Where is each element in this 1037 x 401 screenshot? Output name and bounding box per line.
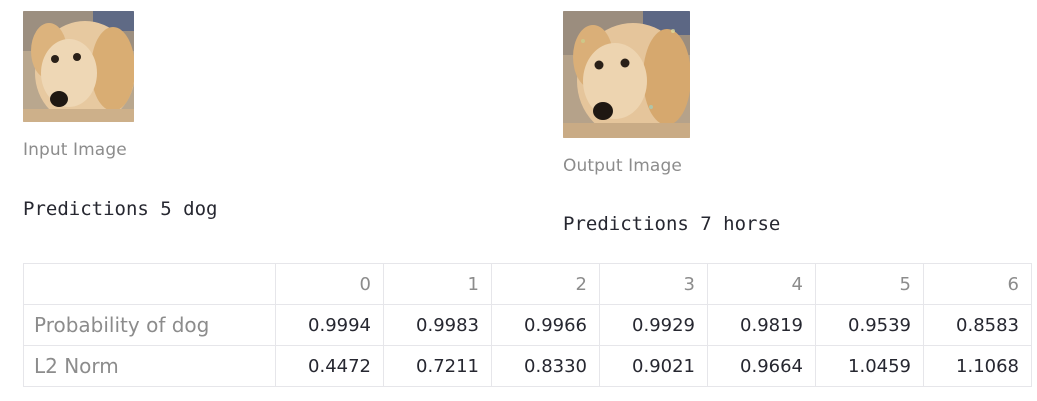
table-cell: 0.9983	[383, 304, 492, 346]
table-header-cell: 6	[923, 263, 1032, 305]
input-image	[23, 11, 134, 122]
table-header-cell: 3	[599, 263, 708, 305]
table-cell: 0.9966	[491, 304, 600, 346]
input-column: Input Image	[23, 11, 523, 160]
table-header-cell: 0	[275, 263, 384, 305]
output-image	[563, 11, 690, 138]
table-cell: 0.9929	[599, 304, 708, 346]
table-header-cell: 2	[491, 263, 600, 305]
table-cell: 0.4472	[275, 345, 384, 387]
output-column: Output Image	[563, 11, 1023, 176]
table-header-cell: 5	[815, 263, 924, 305]
row-label: L2 Norm	[23, 345, 276, 387]
table-cell: 0.7211	[383, 345, 492, 387]
table-cell: 0.9994	[275, 304, 384, 346]
table-cell: 0.9664	[707, 345, 816, 387]
table-header-cell: 1	[383, 263, 492, 305]
table-row: L2 Norm 0.4472 0.7211 0.8330 0.9021 0.96…	[23, 345, 1032, 387]
row-label: Probability of dog	[23, 304, 276, 346]
table-cell: 0.8330	[491, 345, 600, 387]
table-header-cell: 4	[707, 263, 816, 305]
input-prediction-text: Predictions 5 dog	[23, 198, 218, 220]
table-cell: 0.9539	[815, 304, 924, 346]
input-image-caption: Input Image	[23, 140, 127, 160]
table-header-corner	[23, 263, 276, 305]
table-cell: 0.8583	[923, 304, 1032, 346]
output-image-caption: Output Image	[563, 156, 682, 176]
table-cell: 0.9021	[599, 345, 708, 387]
results-table[interactable]: 0 1 2 3 4 5 6 Probability of dog 0.9994 …	[23, 263, 1037, 391]
table-cell: 1.1068	[923, 345, 1032, 387]
table-cell: 0.9819	[707, 304, 816, 346]
table-header-row: 0 1 2 3 4 5 6	[23, 263, 1032, 305]
results-table-grid: 0 1 2 3 4 5 6 Probability of dog 0.9994 …	[23, 263, 1032, 387]
output-prediction-text: Predictions 7 horse	[563, 213, 781, 235]
table-cell: 1.0459	[815, 345, 924, 387]
table-row: Probability of dog 0.9994 0.9983 0.9966 …	[23, 304, 1032, 346]
